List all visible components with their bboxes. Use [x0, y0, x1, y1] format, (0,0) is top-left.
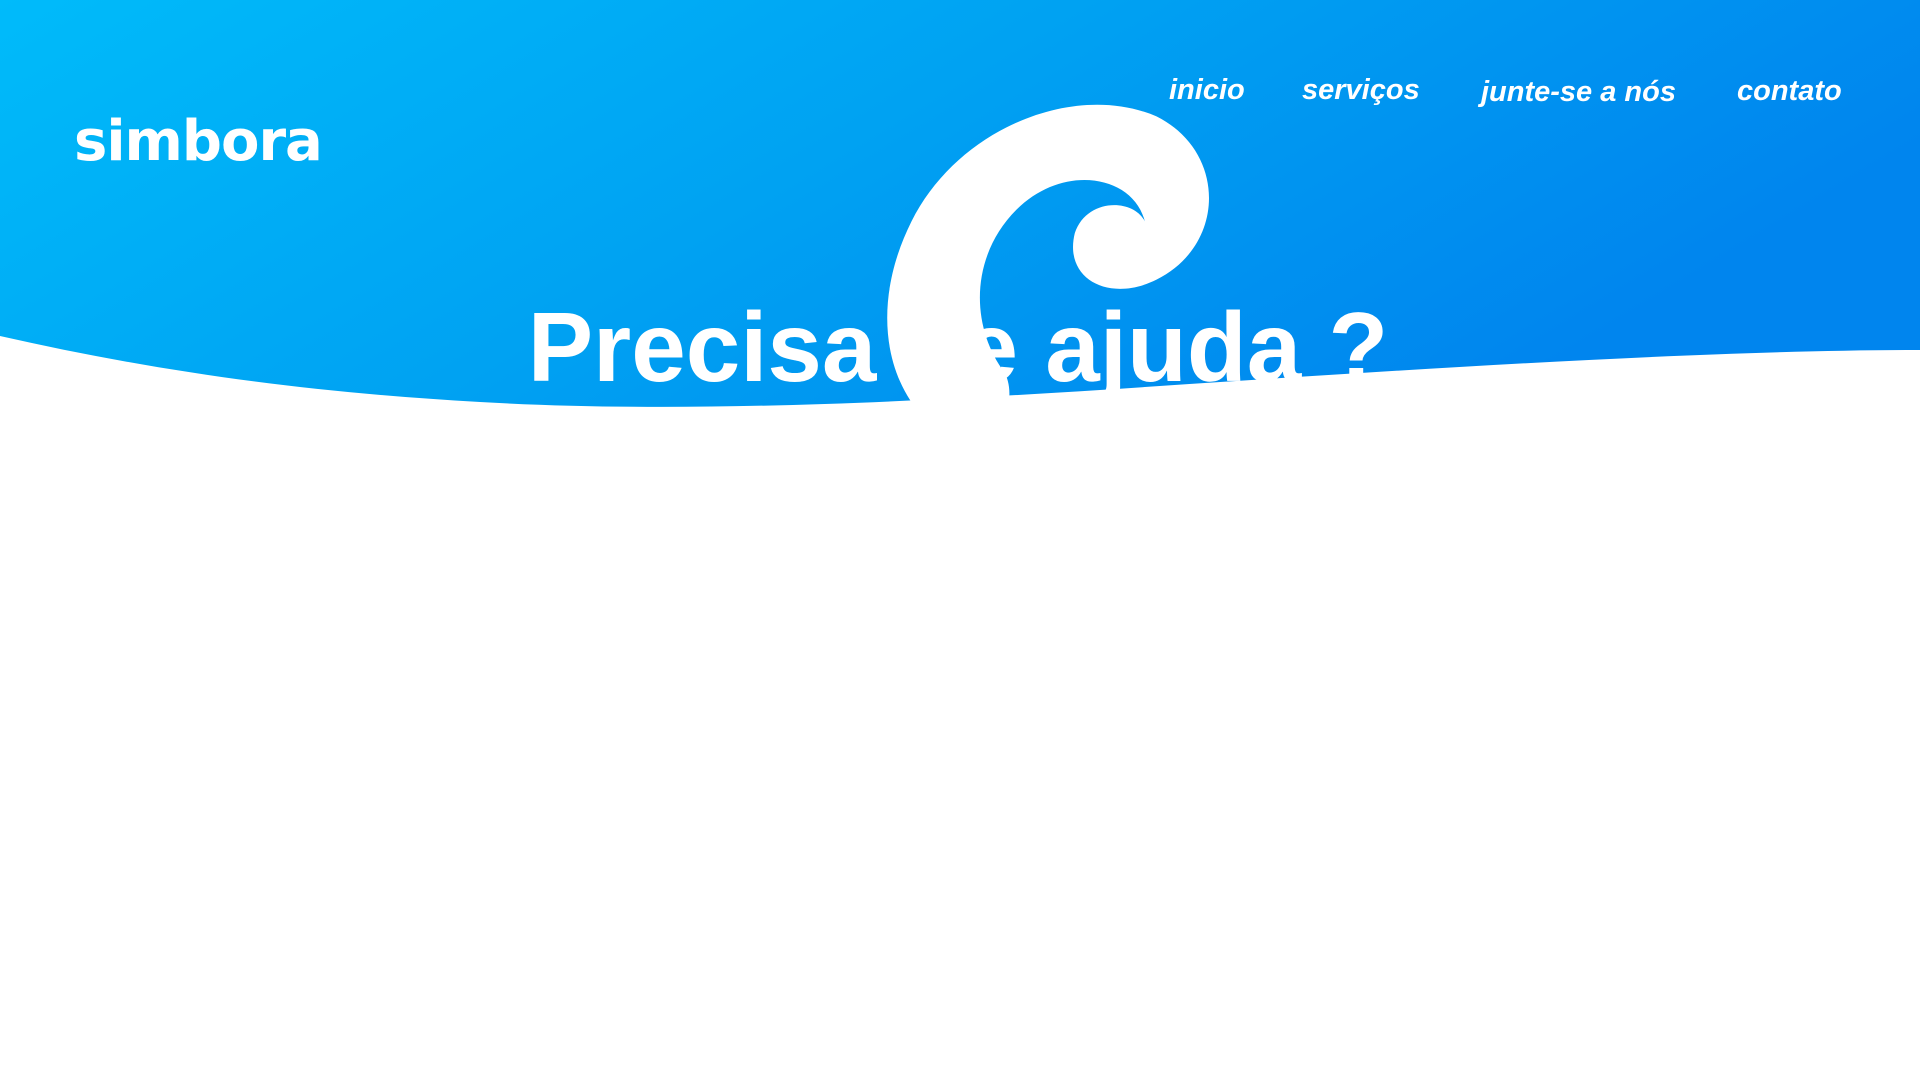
brand-wordmark: simbora [74, 109, 323, 174]
drop-swirl-icon [887, 104, 1209, 470]
main-navigation: inicio serviços junte-se a nós contato [0, 72, 1920, 112]
page-title: Precisa de ajuda ? [0, 292, 1920, 402]
hero-banner: simbora inicio serviços junte-se a nós c… [0, 0, 1920, 470]
nav-item-servicos[interactable]: serviços [1302, 72, 1420, 108]
page-title-text: Precisa de ajuda ? [527, 291, 1389, 402]
nav-item-contato[interactable]: contato [1737, 73, 1842, 109]
page: simbora inicio serviços junte-se a nós c… [0, 0, 1920, 1080]
nav-item-inicio[interactable]: inicio [1169, 72, 1245, 108]
nav-item-junte-se[interactable]: junte-se a nós [1481, 74, 1676, 110]
